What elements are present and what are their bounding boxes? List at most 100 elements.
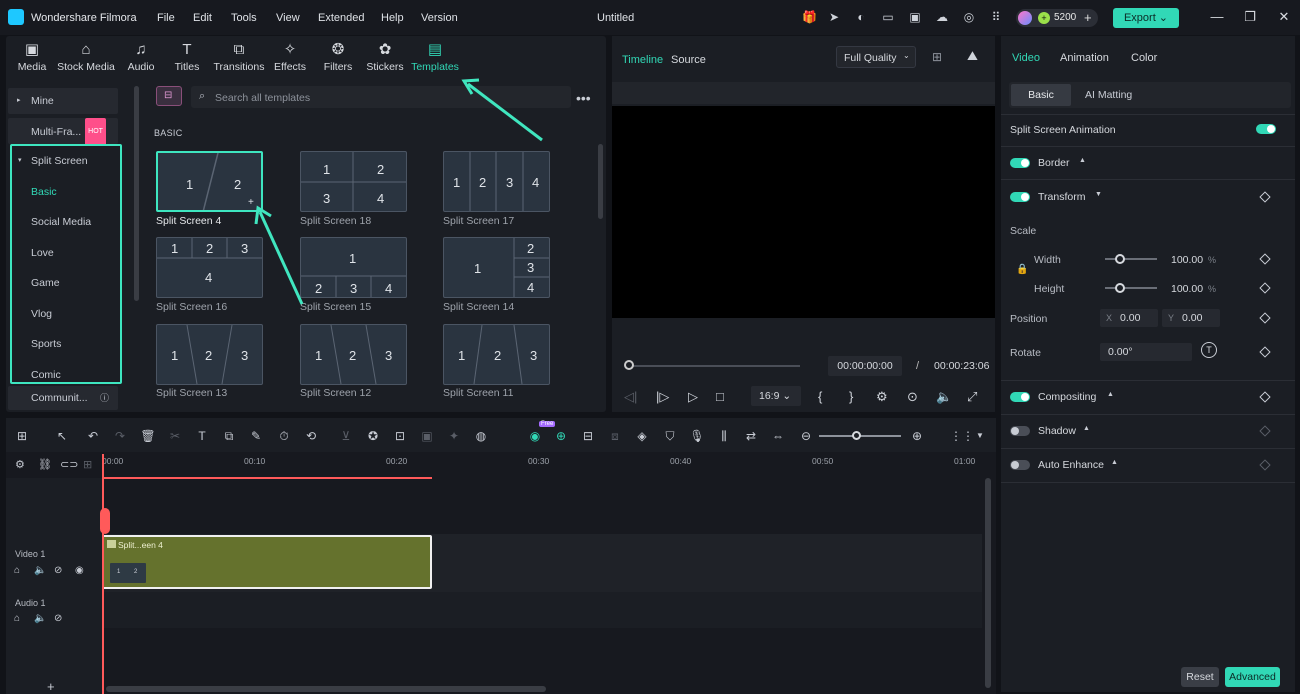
time-ruler[interactable]: 00:00 00:10 00:20 00:30 00:40 00:50 01:0… — [102, 454, 982, 478]
minimize-icon[interactable]: — — [1209, 9, 1225, 25]
cut-icon[interactable]: ✂ — [167, 428, 183, 444]
border-toggle[interactable] — [1010, 158, 1030, 168]
position-x-field[interactable]: X 0.00 — [1100, 309, 1158, 327]
keyframe-diamond-icon[interactable] — [1259, 282, 1271, 294]
select-pointer-icon[interactable]: ↖ — [54, 428, 70, 444]
keyframe-diamond-icon[interactable] — [1259, 312, 1271, 324]
height-value[interactable]: 100.00 — [1171, 283, 1203, 295]
menu-edit[interactable]: Edit — [193, 12, 212, 24]
speaker-icon[interactable]: 🔈 — [34, 565, 46, 576]
ai-tools-icon[interactable]: ✪ — [365, 428, 381, 444]
delete-icon[interactable]: 🗑 — [140, 428, 156, 444]
lock-icon[interactable]: 🔒 — [1016, 264, 1028, 275]
menu-help[interactable]: Help — [381, 12, 404, 24]
audio-mixer-icon[interactable]: ⫼ — [716, 428, 732, 444]
subtab-ai-matting[interactable]: AI Matting — [1085, 89, 1132, 101]
crop-icon[interactable]: ⧉ — [221, 428, 237, 444]
width-slider[interactable] — [1105, 258, 1157, 260]
reset-button[interactable]: Reset — [1181, 667, 1219, 687]
timeline-horizontal-scrollbar[interactable] — [106, 686, 546, 692]
scene-detect-icon[interactable]: ⊡ — [392, 428, 408, 444]
picture-in-picture-icon[interactable]: ⧈ — [607, 428, 623, 444]
position-y-field[interactable]: Y 0.00 — [1162, 309, 1220, 327]
apps-grid-icon[interactable]: ⠿ — [989, 10, 1003, 24]
mute-icon[interactable]: ⊘ — [54, 613, 62, 624]
progress-track[interactable] — [628, 365, 800, 367]
stretch-icon[interactable]: ⇔ — [770, 428, 786, 444]
headset-icon[interactable]: ◎ — [962, 10, 976, 24]
export-button[interactable]: Export ⌄ — [1113, 8, 1179, 28]
timeline-clip-split-screen-4[interactable]: Split...een 4 1 2 — [102, 535, 432, 589]
compositing-toggle[interactable] — [1010, 392, 1030, 402]
camera-icon[interactable]: ⊙ — [907, 389, 918, 405]
subtab-basic[interactable]: Basic — [1011, 84, 1071, 106]
link-icon[interactable]: ⊂⊃ — [60, 458, 78, 471]
snap-icon[interactable]: ⊕ — [553, 428, 569, 444]
progress-knob[interactable] — [624, 360, 634, 370]
zoom-in-icon[interactable]: ⊕ — [909, 428, 925, 444]
zoom-slider-knob[interactable] — [852, 431, 861, 440]
freeze-frame-icon[interactable]: ▣ — [419, 428, 435, 444]
add-track-plus-icon[interactable]: + — [47, 679, 55, 694]
credits-badge[interactable]: + 5200 + — [1016, 9, 1098, 27]
gift-icon[interactable]: 🎁 — [802, 10, 817, 24]
fullscreen-icon[interactable]: ⤢ — [967, 389, 977, 405]
caret-up-icon[interactable]: ▲ — [1083, 425, 1090, 432]
save-icon[interactable]: ▣ — [908, 10, 922, 24]
maximize-icon[interactable]: ❐ — [1242, 9, 1258, 25]
tab-animation[interactable]: Animation — [1060, 52, 1109, 64]
ai-copilot-icon[interactable]: ◉ — [527, 428, 543, 444]
color-palette-icon[interactable]: ◍ — [473, 428, 489, 444]
snapshot-image-icon[interactable]: ⛰ — [967, 48, 978, 64]
microphone-icon[interactable]: 🎙 — [689, 428, 705, 444]
keyframe-diamond-icon[interactable] — [1259, 346, 1271, 358]
zoom-out-icon[interactable]: ⊖ — [798, 428, 814, 444]
width-value[interactable]: 100.00 — [1171, 254, 1203, 266]
eye-icon[interactable]: ◉ — [75, 565, 84, 576]
caret-down-icon[interactable]: ▼ — [1095, 191, 1102, 198]
transform-toggle[interactable] — [1010, 192, 1030, 202]
quality-dropdown[interactable]: Full Quality ⌄ — [836, 46, 916, 68]
replace-icon[interactable]: ⇄ — [743, 428, 759, 444]
advanced-button[interactable]: Advanced — [1225, 667, 1280, 687]
volume-icon[interactable]: 🔈 — [936, 389, 952, 405]
previous-frame-icon[interactable]: ◁| — [624, 389, 637, 405]
track-settings-icon[interactable]: ⚙ — [15, 458, 25, 471]
menu-file[interactable]: File — [157, 12, 175, 24]
tab-color[interactable]: Color — [1131, 52, 1157, 64]
play-icon[interactable]: ▷ — [688, 389, 698, 405]
cloud-upload-icon[interactable]: ☁ — [935, 10, 949, 24]
more-vertical-icon[interactable]: ⋮⋮ — [950, 428, 974, 444]
magic-wand-icon[interactable]: ✦ — [446, 428, 462, 444]
step-forward-icon[interactable]: |▷ — [656, 389, 669, 405]
stop-icon[interactable]: □ — [716, 389, 724, 404]
split-track-icon[interactable]: ⊻ — [338, 428, 354, 444]
speed-timer-icon[interactable]: ⏱ — [276, 428, 292, 444]
video-canvas[interactable] — [612, 106, 995, 318]
folder-icon[interactable]: ⌂ — [14, 565, 20, 576]
tab-timeline-preview[interactable]: Timeline — [622, 54, 663, 66]
render-icon[interactable]: ◈ — [634, 428, 650, 444]
height-slider[interactable] — [1105, 287, 1157, 289]
caret-down-icon[interactable]: ▼ — [972, 428, 988, 444]
mark-in-icon[interactable]: { — [818, 389, 822, 404]
caret-up-icon[interactable]: ▲ — [1107, 391, 1114, 398]
caret-up-icon[interactable]: ▲ — [1079, 157, 1086, 164]
keyframe-diamond-icon[interactable] — [1259, 253, 1271, 265]
split-screen-animation-toggle[interactable] — [1256, 124, 1276, 134]
text-icon[interactable]: T — [194, 428, 210, 444]
playhead-handle[interactable] — [100, 508, 110, 534]
tab-source-preview[interactable]: Source — [671, 54, 706, 66]
display-icon[interactable]: ▭ — [881, 10, 895, 24]
speaker-icon[interactable]: 🔈 — [34, 613, 46, 624]
mark-out-icon[interactable]: } — [849, 389, 853, 404]
keyframe-diamond-icon[interactable] — [1259, 391, 1271, 403]
menu-tools[interactable]: Tools — [231, 12, 257, 24]
undo-icon[interactable]: ↶ — [85, 428, 101, 444]
marker-icon[interactable]: ⊟ — [580, 428, 596, 444]
playhead[interactable] — [102, 454, 104, 694]
tab-video[interactable]: Video — [1012, 52, 1040, 64]
add-track-icon[interactable]: ⊞ — [83, 458, 92, 471]
rotate-dial-icon[interactable]: T — [1201, 342, 1217, 358]
hide-effects-icon[interactable]: ⊘ — [54, 565, 62, 576]
